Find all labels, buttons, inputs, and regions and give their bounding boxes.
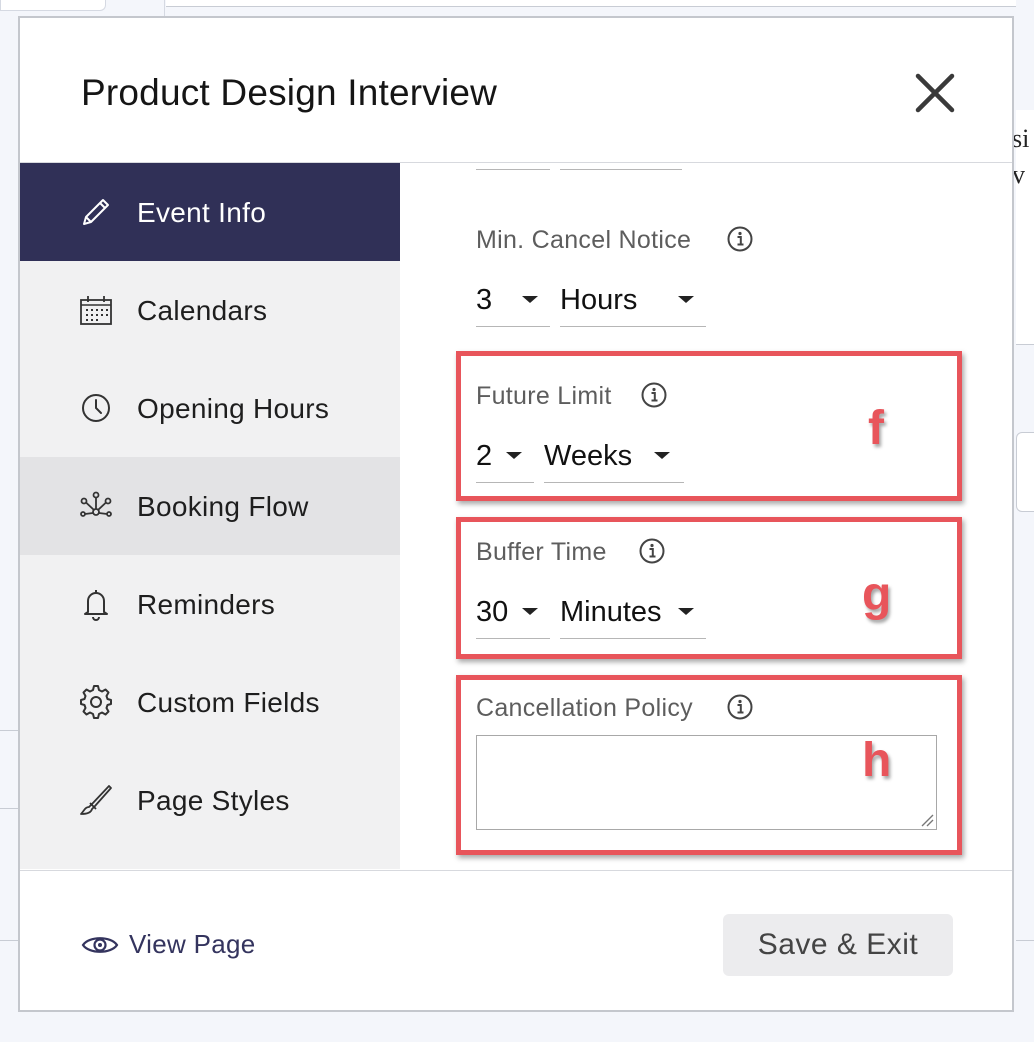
booking-settings-panel: Min. Cancel Notice 3 Hours Future Limit … (400, 163, 1012, 869)
modal-header: Product Design Interview (20, 18, 1012, 163)
annotation-label-h: h (862, 734, 892, 787)
background-divider (1016, 940, 1034, 941)
sidebar-item-label: Booking Flow (137, 491, 309, 522)
modal-title: Product Design Interview (81, 72, 498, 113)
sidebar-item-booking-flow[interactable]: Booking Flow (20, 457, 400, 555)
view-page-label: View Page (129, 929, 256, 959)
annotation-label-f: f (868, 402, 884, 455)
sidebar-item-label: Event Info (137, 197, 267, 228)
background-header-strip (166, 0, 1016, 7)
annotation-box-f (456, 351, 962, 501)
pencil-icon (83, 199, 109, 225)
modal-footer: View Page Save & Exit (20, 870, 1012, 1011)
background-divider (0, 940, 20, 941)
scrolled-select[interactable] (560, 163, 682, 170)
background-panel-fragment (0, 0, 106, 11)
sidebar-item-custom-fields[interactable]: Custom Fields (20, 653, 400, 751)
gear-icon (80, 685, 112, 719)
clock-icon (82, 394, 110, 422)
sidebar-item-opening-hours[interactable]: Opening Hours (20, 359, 400, 457)
background-button-fragment (1016, 432, 1034, 512)
background-divider (0, 730, 20, 731)
sidebar-item-event-info[interactable]: Event Info (20, 163, 400, 261)
annotation-label-g: g (862, 568, 892, 621)
sidebar-item-label: Reminders (137, 589, 276, 620)
background-text: si (1012, 124, 1030, 153)
eye-icon (81, 936, 119, 953)
view-page-link[interactable]: View Page (81, 929, 256, 960)
info-icon[interactable] (726, 225, 754, 253)
flow-icon (80, 491, 112, 517)
sidebar-item-label: Opening Hours (137, 393, 330, 424)
bell-icon (84, 590, 108, 621)
save-exit-button[interactable]: Save & Exit (723, 914, 953, 976)
select-value: 3 (476, 284, 493, 316)
chevron-down-icon (678, 296, 694, 303)
close-icon (915, 73, 955, 113)
select-value: Hours (560, 284, 638, 316)
event-settings-modal: Product Design Interview Event Info Cale… (18, 16, 1014, 1012)
sidebar-item-calendars[interactable]: Calendars (20, 261, 400, 359)
settings-sidebar: Event Info Calendars Opening Hours Booki… (20, 163, 400, 869)
sidebar-item-label: Page Styles (137, 785, 290, 816)
min-cancel-value-select[interactable]: 3 (476, 280, 550, 327)
background-divider (0, 808, 20, 809)
sidebar-item-reminders[interactable]: Reminders (20, 555, 400, 653)
sidebar-item-label: Calendars (137, 295, 268, 326)
scrolled-select[interactable] (476, 163, 550, 170)
background-divider (1016, 344, 1034, 345)
close-button[interactable] (910, 68, 960, 118)
min-cancel-unit-select[interactable]: Hours (560, 280, 706, 327)
sidebar-item-page-styles[interactable]: Page Styles (20, 751, 400, 849)
brush-icon (80, 785, 112, 815)
chevron-down-icon (522, 296, 538, 303)
sidebar-item-label: Custom Fields (137, 687, 320, 718)
calendar-icon (80, 296, 112, 325)
min-cancel-notice-label: Min. Cancel Notice (476, 226, 692, 254)
